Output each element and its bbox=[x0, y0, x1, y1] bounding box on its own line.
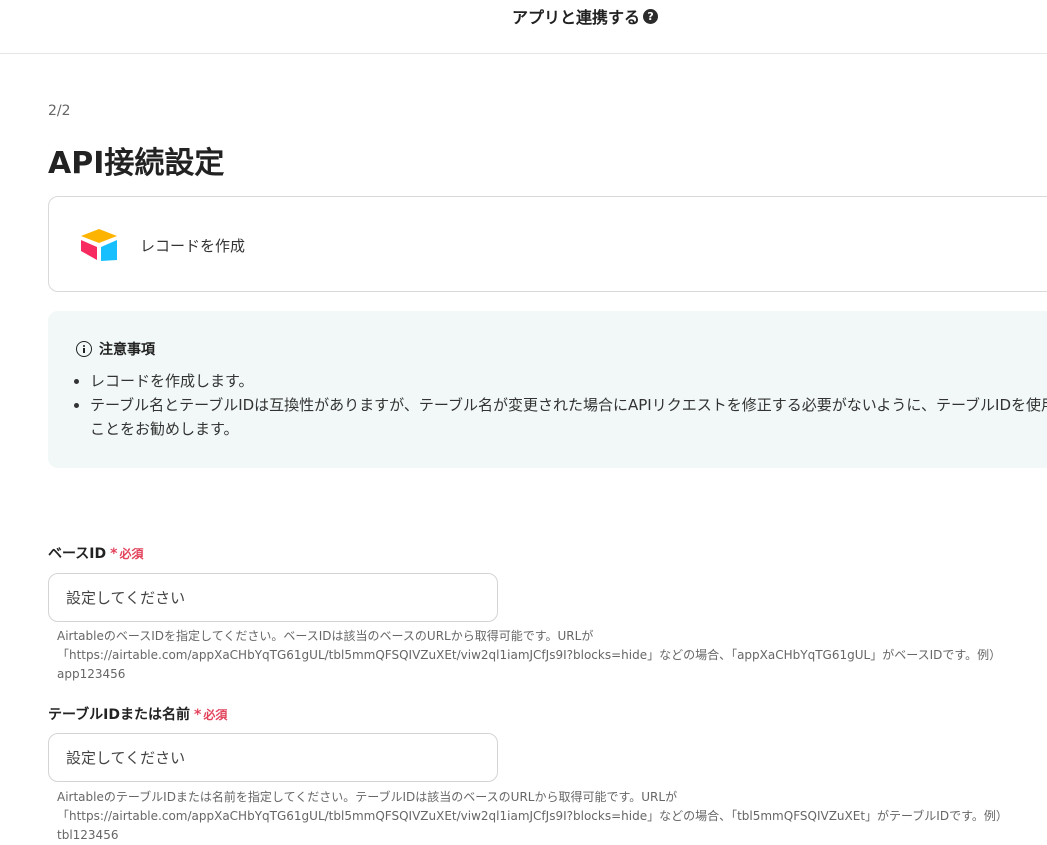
base-id-label: ベースID * 必須 bbox=[48, 543, 143, 563]
table-id-help-text: AirtableのテーブルIDまたは名前を指定してください。テーブルIDは該当の… bbox=[57, 790, 1008, 842]
top-header: アプリと連携する ? bbox=[0, 0, 1047, 54]
selected-action-card[interactable]: レコードを作成 bbox=[48, 196, 1047, 292]
help-icon[interactable]: ? bbox=[643, 8, 659, 24]
required-asterisk: * bbox=[194, 707, 202, 723]
action-label: レコードを作成 bbox=[140, 237, 246, 255]
notice-heading: 注意事項 bbox=[76, 339, 155, 359]
table-id-input[interactable] bbox=[48, 733, 498, 782]
header-title: アプリと連携する bbox=[512, 8, 641, 27]
info-icon bbox=[76, 341, 92, 357]
base-id-help-text: AirtableのベースIDを指定してください。ベースIDは該当のベースのURL… bbox=[57, 629, 1002, 681]
base-id-input[interactable] bbox=[48, 573, 498, 622]
notice-title: 注意事項 bbox=[99, 342, 155, 358]
notice-item: レコードを作成します。 bbox=[90, 369, 1047, 393]
notice-list: レコードを作成します。 テーブル名とテーブルIDは互換性がありますが、テーブル名… bbox=[72, 369, 1047, 441]
notice-item: テーブル名とテーブルIDは互換性がありますが、テーブル名が変更された場合にAPI… bbox=[90, 393, 1047, 441]
base-id-label-text: ベースID bbox=[48, 546, 107, 562]
header-title-group: アプリと連携する ? bbox=[512, 4, 659, 28]
required-asterisk: * bbox=[110, 546, 118, 562]
table-id-label-text: テーブルIDまたは名前 bbox=[48, 707, 190, 723]
step-indicator: 2/2 bbox=[48, 103, 71, 119]
required-badge: 必須 bbox=[203, 708, 228, 722]
table-id-label: テーブルIDまたは名前 * 必須 bbox=[48, 704, 227, 724]
required-badge: 必須 bbox=[119, 547, 144, 561]
notice-box: 注意事項 レコードを作成します。 テーブル名とテーブルIDは互換性がありますが、… bbox=[48, 311, 1047, 468]
airtable-logo-icon bbox=[81, 229, 117, 261]
page-title: API接続設定 bbox=[48, 146, 225, 181]
